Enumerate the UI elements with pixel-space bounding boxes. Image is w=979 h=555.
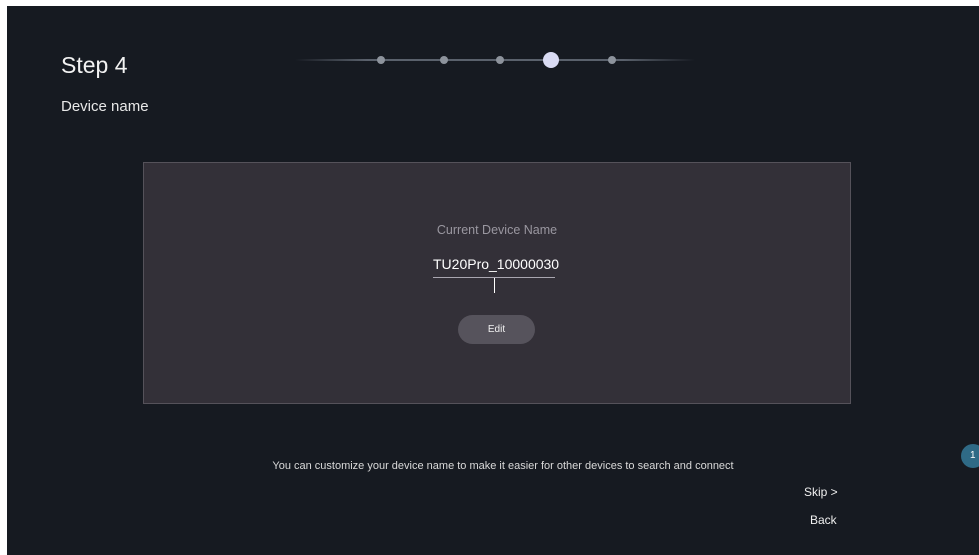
setup-screen: Step 4 Device name Current Device Name T… (7, 6, 979, 555)
hint-text: You can customize your device name to ma… (272, 460, 734, 472)
progress-track (295, 59, 695, 61)
step-progress-indicator (295, 50, 695, 70)
step-title: Step 4 (61, 52, 128, 78)
edit-button[interactable]: Edit (458, 315, 535, 344)
device-name-field[interactable]: TU20Pro_10000030 (433, 253, 559, 293)
back-button[interactable]: Back (810, 513, 837, 527)
device-name-panel: Current Device Name TU20Pro_10000030 Edi… (143, 162, 851, 404)
skip-button[interactable]: Skip > (804, 485, 838, 499)
step-dot-3 (496, 56, 504, 64)
device-name-value: TU20Pro_10000030 (433, 256, 560, 272)
notification-badge[interactable]: 1 (961, 444, 979, 468)
page-subtitle: Device name (61, 98, 149, 115)
step-dot-2 (440, 56, 448, 64)
step-dot-1 (377, 56, 385, 64)
step-dot-5 (608, 56, 616, 64)
step-dot-4-active (543, 52, 559, 68)
text-caret (494, 278, 495, 293)
current-device-name-label: Current Device Name (436, 223, 558, 237)
